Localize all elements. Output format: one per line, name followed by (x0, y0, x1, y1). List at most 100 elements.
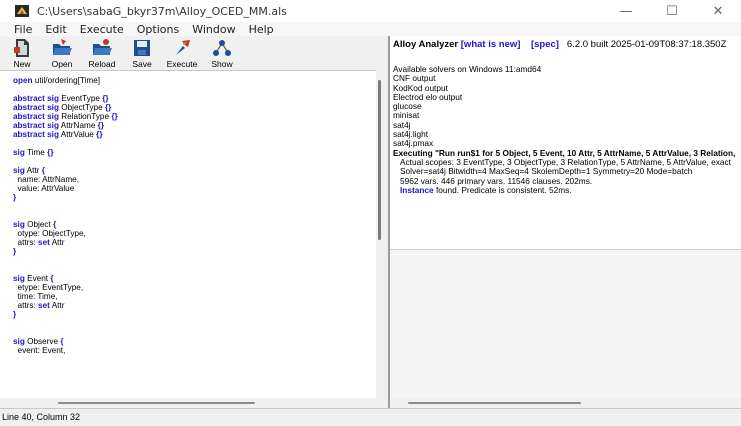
save-label: Save (132, 59, 152, 69)
reload-label: Reload (88, 59, 116, 69)
cursor-position: Line 40, Column 32 (2, 412, 81, 422)
code-line: abstract sig ObjectType {} (0, 103, 376, 112)
minimize-button[interactable]: — (603, 0, 649, 22)
solver-item: sat4j (393, 119, 411, 130)
open-folder-icon (53, 39, 72, 55)
code-line: } (0, 193, 376, 202)
code-keyword: abstract sig (13, 103, 59, 112)
code-keyword: abstract sig (13, 121, 59, 130)
version-text: 6.2.0 built 2025-01-09T08:37:18.350Z (566, 39, 727, 50)
code-keyword: {} (96, 130, 103, 139)
solver-item: glucose (393, 101, 422, 112)
code-line: abstract sig RelationType {} (0, 112, 376, 121)
execute-button[interactable]: Execute (164, 36, 200, 70)
code-keyword: { (41, 166, 45, 175)
code-keyword: {} (102, 94, 109, 103)
analyzer-name: Alloy Analyzer (393, 39, 459, 50)
code-keyword: } (13, 247, 17, 256)
editor-horizontal-scroll-thumb[interactable] (58, 402, 255, 404)
code-line: sig Time {} (0, 148, 376, 157)
show-tree-icon (213, 40, 231, 56)
maximize-button[interactable]: ☐ (649, 0, 695, 22)
menu-window[interactable]: Window (192, 23, 235, 36)
code-keyword: {} (111, 112, 118, 121)
code-line: otype: ObjectType, (0, 229, 376, 238)
code-editor[interactable]: open util/ordering[Time] abstract sig Ev… (0, 70, 376, 399)
code-line: sig Observe { (0, 337, 376, 346)
new-button[interactable]: New (4, 36, 40, 70)
status-bar: Line 40, Column 32 (0, 408, 741, 426)
code-line: abstract sig AttrValue {} (0, 130, 376, 139)
code-line: attrs: set Attr (0, 238, 376, 247)
code-text: Attr (24, 166, 42, 175)
new-file-icon (14, 39, 29, 57)
code-text: EventType (58, 94, 103, 103)
solver-item: Electrod elo output (393, 91, 463, 102)
show-button[interactable]: Show (204, 36, 240, 70)
menu-execute[interactable]: Execute (80, 23, 124, 36)
instance-link[interactable]: Instance (400, 185, 434, 195)
editor-horizontal-scrollbar[interactable] (0, 398, 386, 408)
code-keyword: abstract sig (13, 112, 59, 121)
code-text: Event (24, 274, 51, 283)
code-text: time: Time, (13, 292, 58, 301)
open-button[interactable]: Open (44, 36, 80, 70)
execute-icon (176, 40, 190, 55)
code-keyword: { (53, 220, 57, 229)
editor-vertical-scroll-thumb[interactable] (378, 80, 381, 240)
code-text: Attr (49, 238, 65, 247)
code-line: sig Object { (0, 220, 376, 229)
menu-help[interactable]: Help (249, 23, 274, 36)
save-button[interactable]: Save (124, 36, 160, 70)
title-bar: C:\Users\sabaG_bkyr37m\Alloy_OCED_MM.als… (0, 0, 741, 22)
code-keyword: { (50, 274, 54, 283)
toolbar: New Open Reload Save Execute Show (0, 36, 388, 70)
code-keyword: open (13, 76, 33, 85)
code-keyword: sig (13, 274, 25, 283)
solver-item: minisat (393, 110, 420, 121)
code-text: name: AttrName, (13, 175, 79, 184)
spec-link[interactable]: [spec] (531, 39, 559, 50)
code-text: Time (24, 148, 48, 157)
output-log: Alloy Analyzer [what is new] [spec] 6.2.… (390, 36, 741, 249)
code-text: otype: ObjectType, (13, 229, 86, 238)
code-text: RelationType (58, 112, 112, 121)
code-text: event: Event, (13, 346, 66, 355)
output-horizontal-scroll-thumb[interactable] (408, 402, 581, 404)
code-text: Object (24, 220, 54, 229)
close-button[interactable]: ✕ (695, 0, 741, 22)
code-line: abstract sig AttrName {} (0, 121, 376, 130)
code-text: ObjectType (58, 103, 105, 112)
menu-file[interactable]: File (14, 23, 32, 36)
new-label: New (13, 59, 31, 69)
code-line: open util/ordering[Time] (0, 76, 376, 85)
code-keyword: sig (13, 148, 25, 157)
code-line: event: Event, (0, 346, 376, 355)
reload-button[interactable]: Reload (84, 36, 120, 70)
execute-label: Execute (166, 59, 198, 69)
code-line: value: AttrValue (0, 184, 376, 193)
code-keyword: {} (97, 121, 105, 130)
menu-edit[interactable]: Edit (45, 23, 66, 36)
solvers-intro: Available solvers on Windows 11:amd64 (393, 64, 542, 74)
code-line: etype: EventType, (0, 283, 376, 292)
what-is-new-link[interactable]: [what is new] (461, 39, 521, 50)
reload-folder-icon (93, 39, 112, 55)
code-keyword: set (38, 301, 50, 310)
menu-options[interactable]: Options (137, 23, 179, 36)
editor-vertical-scrollbar[interactable] (376, 70, 386, 398)
open-label: Open (51, 59, 73, 69)
output-horizontal-scrollbar[interactable] (390, 398, 741, 408)
code-keyword: sig (13, 166, 25, 175)
code-keyword: } (13, 193, 17, 202)
code-text: etype: EventType, (13, 283, 84, 292)
instance-result: found. Predicate is consistent. 52ms. (433, 184, 572, 195)
code-keyword: abstract sig (13, 94, 59, 103)
